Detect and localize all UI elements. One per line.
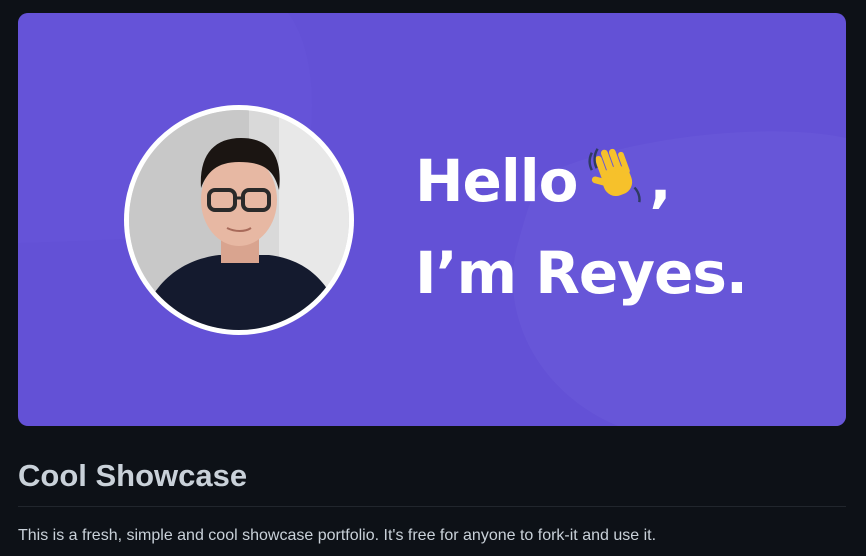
description-text: This is a fresh, simple and cool showcas… [18, 527, 657, 544]
profile-photo [129, 110, 349, 330]
greeting-comma: , [649, 147, 672, 215]
avatar [124, 105, 354, 335]
greeting: Hello , I’m Reyes. [415, 135, 748, 319]
greeting-line-1: Hello , [415, 135, 747, 227]
page-title: Cool Showcase [18, 458, 248, 493]
divider [18, 506, 846, 507]
hero-banner: Hello , I’m Reyes. [18, 13, 846, 426]
greeting-line-2: I’m Reyes. [415, 239, 748, 307]
greeting-hello: Hello [415, 147, 578, 215]
waving-hand-icon [586, 139, 648, 203]
